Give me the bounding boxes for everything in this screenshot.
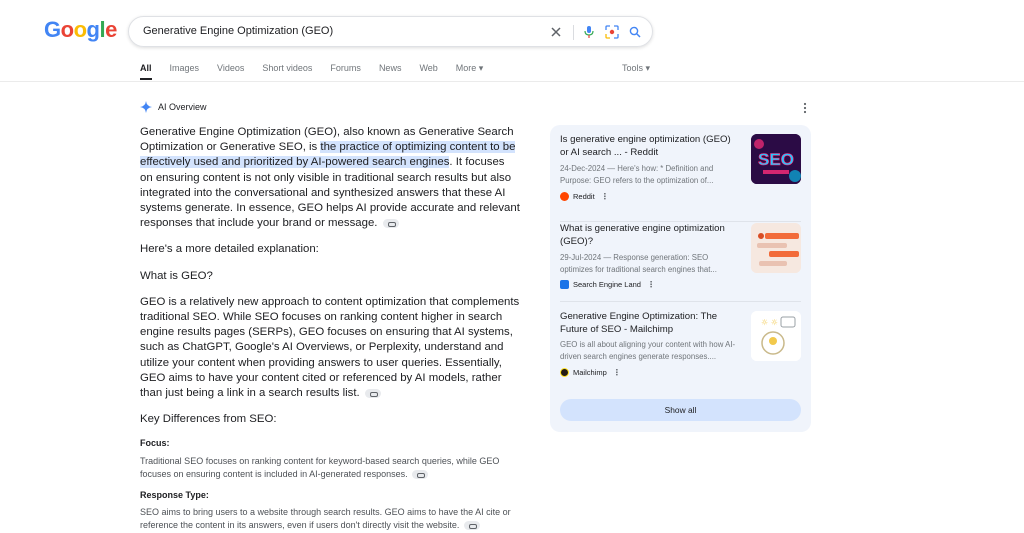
source-divider <box>560 221 801 222</box>
what-paragraph: GEO is a relatively new approach to cont… <box>140 295 520 401</box>
source-title[interactable]: Is generative engine optimization (GEO) … <box>560 134 738 159</box>
source-snippet: 29-Jul-2024 — Response generation: SEO o… <box>560 253 717 274</box>
source-site-name: Search Engine Land <box>573 280 641 289</box>
search-input[interactable] <box>143 25 523 37</box>
source-card-reddit[interactable]: Is generative engine optimization (GEO) … <box>560 134 801 214</box>
mic-icon[interactable] <box>580 23 598 41</box>
svg-text:☼ ☼: ☼ ☼ <box>761 318 778 327</box>
search-tabs: All Images Videos Short videos Forums Ne… <box>140 63 501 80</box>
logo-letter: o <box>60 17 74 42</box>
link-chip-icon[interactable] <box>364 388 381 398</box>
source-title[interactable]: Generative Engine Optimization: The Futu… <box>560 311 738 336</box>
thumb-text: SEO <box>758 150 794 169</box>
source-site-name: Mailchimp <box>573 368 607 377</box>
source-card-search-engine-land[interactable]: What is generative engine optimization (… <box>560 223 801 295</box>
source-thumbnail <box>751 223 801 273</box>
tab-images[interactable]: Images <box>170 63 200 74</box>
focus-text: Traditional SEO focuses on ranking conte… <box>140 455 500 480</box>
source-thumbnail: ☼ ☼ <box>751 311 801 361</box>
mailchimp-icon <box>560 368 569 377</box>
google-logo[interactable]: Google <box>44 17 117 43</box>
source-options-icon[interactable]: ⋮ <box>601 192 609 201</box>
link-chip-icon[interactable] <box>412 470 429 480</box>
search-icon[interactable] <box>626 23 644 41</box>
source-site[interactable]: Reddit ⋮ <box>560 192 609 201</box>
sparkle-icon <box>140 101 152 113</box>
logo-letter: e <box>105 17 117 42</box>
logo-letter: g <box>86 17 100 42</box>
source-title[interactable]: What is generative engine optimization (… <box>560 223 738 248</box>
logo-letter: G <box>44 17 61 42</box>
what-heading: What is GEO? <box>140 269 213 282</box>
focus-paragraph: Traditional SEO focuses on ranking conte… <box>140 455 520 482</box>
tab-web[interactable]: Web <box>419 63 437 74</box>
tab-more[interactable]: More ▾ <box>456 63 484 74</box>
search-divider <box>573 25 574 40</box>
source-snippet: GEO is all about aligning your content w… <box>560 340 736 361</box>
source-thumbnail: SEO <box>751 134 801 184</box>
ai-overview-header: AI Overview <box>140 101 207 113</box>
source-site-name: Reddit <box>573 192 595 201</box>
what-text: GEO is a relatively new approach to cont… <box>140 295 520 400</box>
tab-forums[interactable]: Forums <box>330 63 361 74</box>
source-card-mailchimp[interactable]: Generative Engine Optimization: The Futu… <box>560 311 801 383</box>
search-box <box>128 16 653 47</box>
source-snippet: 24-Dec-2024 — Here's how: * Definition a… <box>560 164 714 185</box>
ai-overview-label: AI Overview <box>158 102 207 112</box>
differences-heading: Key Differences from SEO: <box>140 413 277 426</box>
sources-panel: Is generative engine optimization (GEO) … <box>550 125 811 432</box>
logo-letter: o <box>73 17 87 42</box>
close-icon[interactable] <box>547 23 565 41</box>
detail-intro: Here's a more detailed explanation: <box>140 243 319 256</box>
search-engine-land-icon <box>560 280 569 289</box>
more-options-icon[interactable] <box>801 102 809 114</box>
link-chip-icon[interactable] <box>463 521 480 531</box>
lens-icon[interactable] <box>603 23 621 41</box>
reddit-icon <box>560 192 569 201</box>
source-site[interactable]: Search Engine Land ⋮ <box>560 280 655 289</box>
tab-news[interactable]: News <box>379 63 402 74</box>
tab-short-videos[interactable]: Short videos <box>262 63 312 74</box>
source-site[interactable]: Mailchimp ⋮ <box>560 368 621 377</box>
ai-overview-body: Generative Engine Optimization (GEO), al… <box>140 125 520 533</box>
response-type-label: Response Type: <box>140 489 209 500</box>
tab-videos[interactable]: Videos <box>217 63 244 74</box>
source-options-icon[interactable]: ⋮ <box>613 368 621 377</box>
focus-label: Focus: <box>140 438 170 449</box>
link-chip-icon[interactable] <box>382 218 399 228</box>
search-header: Google All Images Videos Short videos Fo… <box>0 0 1024 82</box>
tab-all[interactable]: All <box>140 63 152 80</box>
source-options-icon[interactable]: ⋮ <box>647 280 655 289</box>
response-type-text: SEO aims to bring users to a website thr… <box>140 506 511 531</box>
response-type-paragraph: SEO aims to bring users to a website thr… <box>140 506 520 533</box>
tools-button[interactable]: Tools ▾ <box>622 63 650 74</box>
source-divider <box>560 301 801 302</box>
show-all-button[interactable]: Show all <box>560 399 801 421</box>
intro-paragraph: Generative Engine Optimization (GEO), al… <box>140 125 520 231</box>
